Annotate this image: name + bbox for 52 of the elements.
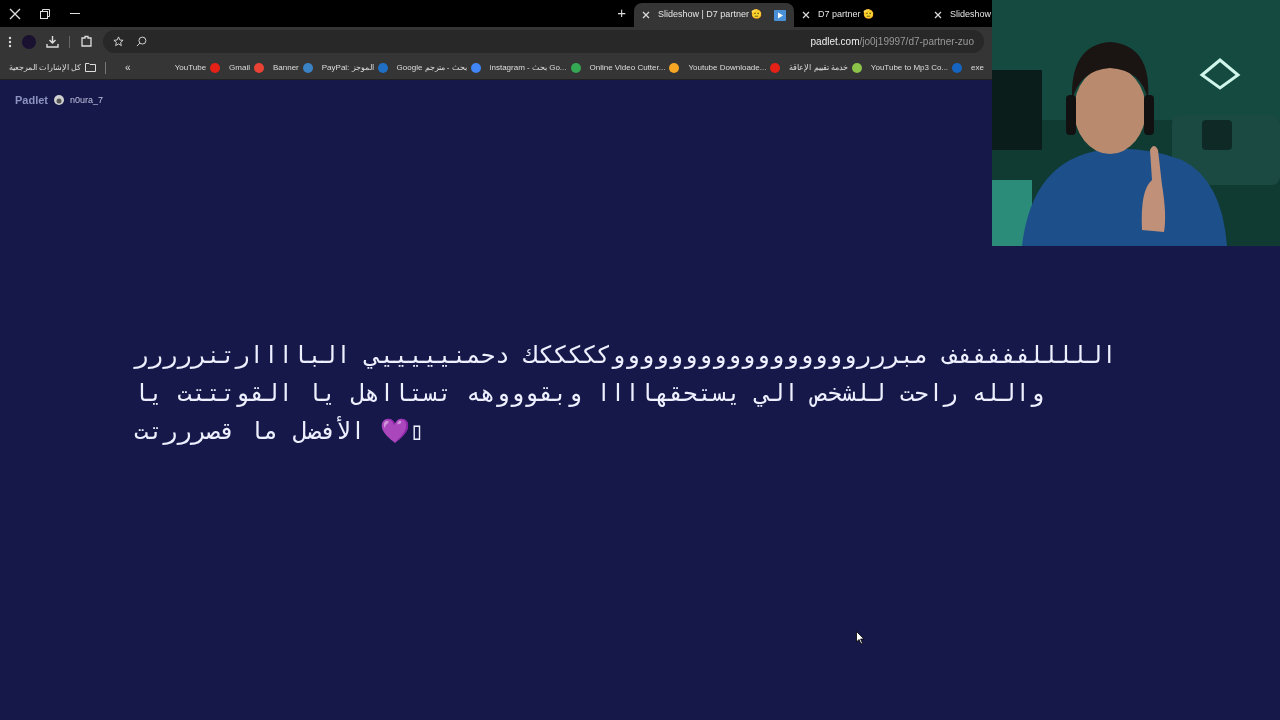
play-icon[interactable] — [774, 9, 786, 21]
close-icon[interactable] — [802, 11, 810, 19]
close-icon[interactable] — [642, 11, 650, 19]
tab-title: D7 partner 🫡 — [818, 8, 875, 22]
close-icon[interactable] — [934, 11, 942, 19]
post-text-line: الللللفففففف مبررروووووووووووووووووكككككك دحمنيييييي الباااارتنررررر — [134, 339, 1117, 371]
bookmark[interactable]: خدمة تقييم الإعاقة — [789, 61, 862, 74]
download-icon[interactable] — [46, 35, 59, 48]
favicon-icon — [851, 62, 862, 73]
bookmark[interactable]: YouTube — [174, 61, 221, 74]
author-name: n0ura_7 — [70, 93, 104, 107]
favicon-icon — [669, 62, 680, 73]
bookmark[interactable]: YouTube to Mp3 Co... — [870, 61, 963, 74]
favicon-icon — [952, 62, 963, 73]
browser-tab[interactable]: Slideshow — [926, 3, 992, 27]
address-bar[interactable]: padlet.com/jo0j19997/d7-partner-zuo — [103, 30, 984, 53]
post-text-line: الأفضل ما قصرررتت 💜▯ — [134, 415, 425, 447]
folder-icon — [85, 63, 97, 72]
padlet-logo[interactable]: Padlet — [15, 92, 48, 109]
bookmark[interactable]: Online Video Cutter... — [589, 61, 680, 74]
overflow-button[interactable]: » — [125, 60, 131, 75]
all-bookmarks[interactable]: كل الإشارات المرجعية — [8, 61, 97, 74]
bookmark[interactable]: instagram - بحث Go... — [489, 61, 581, 74]
favicon-icon — [302, 62, 313, 73]
tab-title: Slideshow | D7 partner 🫡 — [658, 8, 763, 22]
minimize-icon[interactable] — [70, 12, 80, 15]
url-text: padlet.com/jo0j19997/d7-partner-zuo — [810, 35, 974, 49]
post-text-line: والله راحت للشخص الي يستحقهاااا وبقوووهه تستااهل يا القوتتتت يا — [134, 377, 1045, 409]
favicon-icon — [770, 62, 781, 73]
zoom-icon[interactable] — [136, 36, 147, 47]
favicon-icon — [210, 62, 221, 73]
bookmark[interactable]: Gmail — [229, 61, 264, 74]
favicon-icon — [253, 62, 264, 73]
bookmark[interactable]: Youtube Downloade... — [688, 61, 781, 74]
favicon-icon — [377, 62, 388, 73]
bookmark[interactable]: Google بحث - مترجم — [396, 61, 481, 74]
bookmark[interactable]: Banner — [272, 61, 313, 74]
browser-tab[interactable]: Slideshow | D7 partner 🫡 — [634, 3, 794, 27]
tab-title: Slideshow — [950, 8, 992, 22]
puzzle-icon[interactable] — [80, 35, 93, 48]
favicon-icon — [570, 62, 581, 73]
browser-tab[interactable]: D7 partner 🫡 — [794, 3, 926, 27]
menu-icon[interactable] — [8, 35, 12, 48]
cursor-icon — [856, 631, 865, 645]
close-icon[interactable] — [9, 7, 21, 20]
avatar-icon — [54, 95, 64, 106]
bookmark[interactable]: PayPal: الموجز — [321, 61, 388, 74]
star-icon[interactable] — [113, 36, 124, 47]
new-tab-button[interactable]: + — [617, 2, 626, 25]
restore-icon[interactable] — [40, 8, 50, 19]
favicon-icon — [470, 62, 481, 73]
bookmark[interactable]: exe — [971, 61, 984, 74]
